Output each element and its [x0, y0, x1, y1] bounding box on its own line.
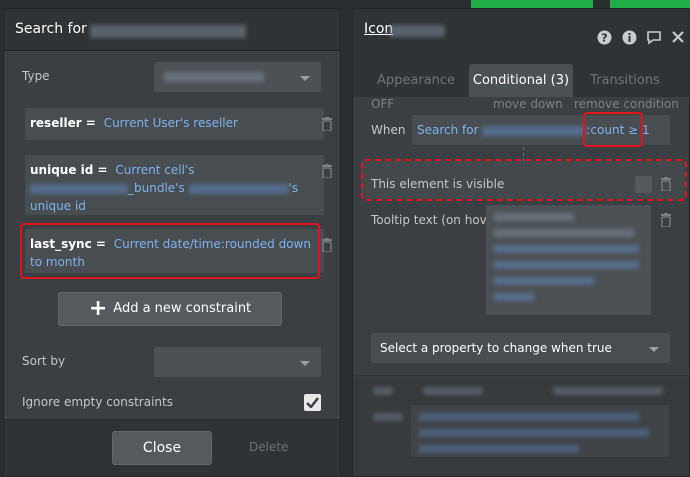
next-condition-redacted: [419, 413, 639, 421]
next-condition-field: [411, 405, 669, 457]
next-condition-redacted: [419, 429, 649, 437]
constraint-redacted: [30, 183, 128, 194]
highlight-last-sync: [20, 223, 320, 279]
tab-label: Conditional (3): [472, 73, 570, 88]
highlight-visible: [361, 159, 687, 201]
search-panel: Search for Type reseller = Current User'…: [3, 8, 341, 477]
ignore-empty-label: Ignore empty constraints: [22, 395, 173, 409]
conditional-body: OFF move down remove condition When Sear…: [353, 97, 689, 476]
sort-by-label: Sort by: [22, 354, 66, 368]
delete-button[interactable]: Delete: [249, 440, 288, 454]
tooltip-redacted: [494, 277, 594, 285]
tooltip-textarea[interactable]: [486, 205, 651, 315]
tooltip-label: Tooltip text (on hove: [371, 213, 486, 227]
type-label: Type: [22, 69, 50, 83]
divider: [353, 375, 689, 376]
next-condition-redacted: [553, 387, 663, 395]
constraint-reseller[interactable]: reseller = Current User's reseller: [25, 108, 324, 140]
select-property-dropdown[interactable]: Select a property to change when true: [371, 333, 670, 363]
search-panel-header: Search for: [4, 9, 340, 51]
constraint-unique-id[interactable]: unique id = Current cell's _bundle's 's …: [25, 155, 324, 215]
close-icon[interactable]: [671, 30, 686, 45]
sort-by-dropdown[interactable]: [154, 347, 321, 377]
checkmark-icon: [306, 397, 319, 408]
search-target-redacted: [90, 25, 246, 38]
add-constraint-button[interactable]: + Add a new constraint: [58, 292, 282, 326]
close-button[interactable]: Close: [112, 431, 212, 465]
trash-icon[interactable]: [321, 117, 333, 131]
tab-label: Appearance: [376, 73, 456, 88]
icon-panel-header: Icon ? Appearance Conditional (3) Transi…: [353, 9, 689, 98]
trash-icon[interactable]: [321, 238, 333, 252]
type-dropdown[interactable]: [154, 62, 321, 92]
add-constraint-label: Add a new constraint: [113, 301, 252, 316]
tab-conditional[interactable]: Conditional (3): [469, 64, 573, 98]
search-panel-title: Search for: [15, 21, 87, 37]
when-redacted: [482, 125, 587, 136]
remove-condition-link[interactable]: remove condition: [574, 97, 679, 111]
constraint-key: reseller =: [30, 116, 96, 130]
icon-name-redacted: [389, 25, 445, 37]
tooltip-redacted: [494, 245, 639, 253]
search-panel-footer: Close Delete: [4, 419, 340, 476]
type-value-redacted: [164, 72, 264, 82]
tooltip-redacted: [494, 293, 534, 301]
tooltip-redacted: [494, 261, 639, 269]
info-icon[interactable]: [622, 30, 637, 45]
tab-label: Transitions: [590, 73, 660, 88]
when-value[interactable]: Search for: [417, 123, 479, 137]
constraint-value[interactable]: Current User's reseller: [104, 116, 238, 130]
constraint-value[interactable]: Current cell's: [115, 163, 194, 177]
top-green-strip: [471, 0, 593, 8]
move-down-link[interactable]: move down: [493, 97, 563, 111]
next-condition-redacted: [419, 445, 579, 453]
plus-icon: +: [88, 296, 108, 321]
next-condition-dimmed: [353, 377, 689, 476]
next-condition-redacted: [373, 413, 403, 421]
select-property-label: Select a property to change when true: [380, 341, 612, 355]
chevron-down-icon: [649, 347, 659, 352]
tab-appearance[interactable]: Appearance: [371, 64, 461, 98]
chevron-down-icon: [300, 361, 310, 366]
constraint-value[interactable]: unique id: [30, 199, 86, 213]
tooltip-redacted: [494, 213, 574, 221]
constraint-value[interactable]: _bundle's: [128, 181, 185, 195]
constraint-redacted: [188, 183, 289, 194]
comment-icon[interactable]: [646, 30, 661, 45]
svg-text:?: ?: [601, 32, 607, 45]
next-condition-redacted: [373, 387, 393, 395]
highlight-count: [583, 112, 643, 147]
off-label: OFF: [371, 97, 395, 111]
top-green-strip: [610, 0, 690, 8]
trash-icon[interactable]: [321, 164, 333, 178]
chevron-down-icon: [300, 76, 310, 81]
next-condition-redacted: [423, 387, 483, 395]
icon-panel: Icon ? Appearance Conditional (3) Transi…: [352, 8, 690, 477]
when-label: When: [371, 123, 406, 137]
trash-icon[interactable]: [660, 213, 672, 227]
constraint-key: unique id =: [30, 163, 108, 177]
ignore-empty-checkbox[interactable]: [304, 394, 321, 411]
close-label: Close: [142, 440, 182, 456]
tooltip-redacted: [494, 229, 634, 237]
help-icon[interactable]: ?: [597, 30, 612, 45]
tab-transitions[interactable]: Transitions: [581, 64, 669, 98]
constraint-value[interactable]: 's: [289, 181, 299, 195]
